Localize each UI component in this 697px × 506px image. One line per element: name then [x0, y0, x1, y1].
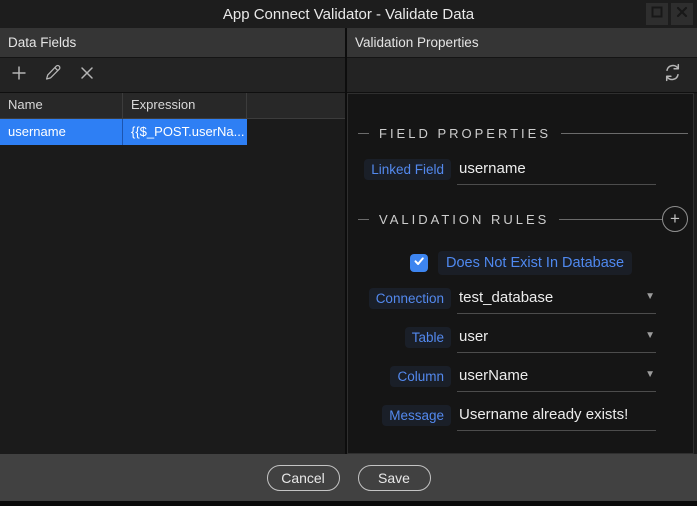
message-label: Message: [382, 405, 451, 426]
x-icon: [79, 65, 95, 86]
cancel-button[interactable]: Cancel: [266, 464, 340, 491]
rule-checkbox-checked[interactable]: [410, 254, 428, 272]
column-label-wrap: Column: [348, 364, 451, 387]
linked-field-input[interactable]: username: [457, 157, 656, 185]
chevron-down-icon[interactable]: ▼: [645, 291, 655, 302]
cell-name[interactable]: username: [0, 119, 123, 145]
section-line: [561, 132, 688, 134]
close-icon: [675, 5, 689, 24]
column-label: Column: [390, 366, 451, 387]
validation-properties-panel: Validation Properties FIELD PROPERTIES L…: [347, 28, 697, 454]
linked-field-label: Linked Field: [364, 159, 451, 180]
pencil-icon: [44, 63, 63, 87]
section-dash: [358, 132, 369, 134]
window-controls: [646, 3, 693, 25]
column-header-name: Name: [0, 93, 123, 118]
section-title: VALIDATION RULES: [379, 211, 550, 227]
edit-field-button[interactable]: [38, 60, 68, 90]
table-select[interactable]: user ▼: [457, 325, 656, 353]
section-validation-rules: VALIDATION RULES +: [348, 206, 693, 232]
table-row-username-selected[interactable]: username {{$_POST.userNa...: [0, 119, 345, 145]
connection-value: test_database: [459, 289, 554, 306]
plus-icon: +: [670, 209, 680, 228]
rule-row: Does Not Exist In Database: [410, 251, 693, 275]
save-button[interactable]: Save: [357, 464, 431, 491]
cell-expression[interactable]: {{$_POST.userNa...: [123, 119, 247, 145]
checkmark-icon: [413, 254, 425, 272]
delete-field-button[interactable]: [72, 60, 102, 90]
dialog-title: App Connect Validator - Validate Data: [222, 5, 475, 23]
validation-toolbar: [347, 58, 697, 93]
linked-field-label-wrap: Linked Field: [348, 157, 451, 180]
validator-dialog: App Connect Validator - Validate Data Da…: [0, 0, 697, 506]
fields-table-empty-area: [0, 145, 345, 454]
add-rule-button[interactable]: +: [662, 206, 688, 232]
rule-label[interactable]: Does Not Exist In Database: [438, 251, 633, 275]
column-header-expression: Expression: [123, 93, 247, 118]
message-row: Message Username already exists!: [348, 403, 693, 431]
panels: Data Fields Name Expression username {{$…: [0, 28, 697, 454]
message-input[interactable]: Username already exists!: [457, 403, 656, 431]
chevron-down-icon[interactable]: ▼: [645, 369, 655, 380]
linked-field-row: Linked Field username: [348, 157, 693, 185]
section-dash: [358, 218, 369, 220]
data-fields-header: Data Fields: [0, 28, 345, 58]
section-field-properties: FIELD PROPERTIES: [348, 120, 693, 146]
message-label-wrap: Message: [348, 403, 451, 426]
maximize-icon: [650, 5, 664, 24]
column-value: userName: [459, 367, 529, 384]
table-label: Table: [404, 327, 451, 348]
chevron-down-icon[interactable]: ▼: [645, 330, 655, 341]
properties-content: FIELD PROPERTIES Linked Field username V…: [347, 93, 694, 454]
section-title: FIELD PROPERTIES: [379, 125, 552, 141]
close-button[interactable]: [671, 3, 693, 25]
refresh-button[interactable]: [657, 60, 687, 90]
refresh-icon: [662, 62, 683, 88]
plus-icon: [10, 64, 28, 87]
connection-select[interactable]: test_database ▼: [457, 286, 656, 314]
title-bar: App Connect Validator - Validate Data: [0, 0, 697, 28]
bottom-strip: [0, 501, 697, 506]
data-fields-toolbar: [0, 58, 345, 93]
column-header-blank: [247, 93, 345, 118]
column-row: Column userName ▼: [348, 364, 693, 392]
footer-bar: Cancel Save: [0, 454, 697, 501]
table-value: user: [459, 328, 489, 345]
validation-properties-header: Validation Properties: [347, 28, 697, 58]
section-line: [559, 218, 662, 220]
table-row-field: Table user ▼: [348, 325, 693, 353]
connection-label: Connection: [368, 288, 451, 309]
data-fields-panel: Data Fields Name Expression username {{$…: [0, 28, 347, 454]
fields-table-header: Name Expression: [0, 93, 345, 119]
maximize-button[interactable]: [646, 3, 668, 25]
add-field-button[interactable]: [4, 60, 34, 90]
connection-row: Connection test_database ▼: [348, 286, 693, 314]
table-label-wrap: Table: [348, 325, 451, 348]
column-select[interactable]: userName ▼: [457, 364, 656, 392]
connection-label-wrap: Connection: [348, 286, 451, 309]
